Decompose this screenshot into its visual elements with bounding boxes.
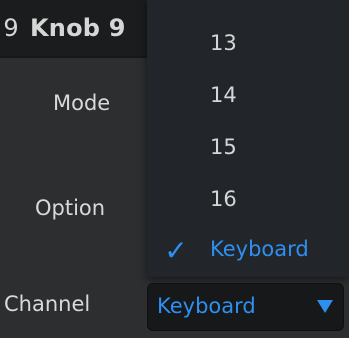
menu-item-label: 16 <box>210 187 237 211</box>
knob-header: 9 Knob 9 <box>0 0 147 56</box>
menu-item-14[interactable]: 14 <box>147 70 349 120</box>
knob-title: Knob 9 <box>30 14 126 42</box>
menu-item-16[interactable]: 16 <box>147 174 349 224</box>
channel-select-value: Keyboard <box>157 294 256 318</box>
menu-item-label: Keyboard <box>210 237 309 261</box>
menu-item-keyboard[interactable]: ✓ Keyboard <box>147 224 349 274</box>
menu-item-13[interactable]: 13 <box>147 18 349 68</box>
option-label: Option <box>35 196 106 220</box>
triangle-down-icon <box>317 300 333 313</box>
menu-item-15[interactable]: 15 <box>147 122 349 172</box>
menu-item-label: 14 <box>210 83 237 107</box>
knob-settings-panel: 9 Knob 9 Mode Option Channel 13 14 15 16… <box>0 0 349 338</box>
knob-index: 9 <box>3 14 19 42</box>
header-divider <box>0 56 147 58</box>
mode-label: Mode <box>53 91 111 115</box>
menu-item-label: 13 <box>210 31 237 55</box>
channel-dropdown-menu: 13 14 15 16 ✓ Keyboard <box>147 0 349 277</box>
channel-label: Channel <box>4 292 91 316</box>
checkmark-icon: ✓ <box>164 234 188 267</box>
channel-select[interactable]: Keyboard <box>147 283 344 331</box>
menu-item-label: 15 <box>210 135 237 159</box>
